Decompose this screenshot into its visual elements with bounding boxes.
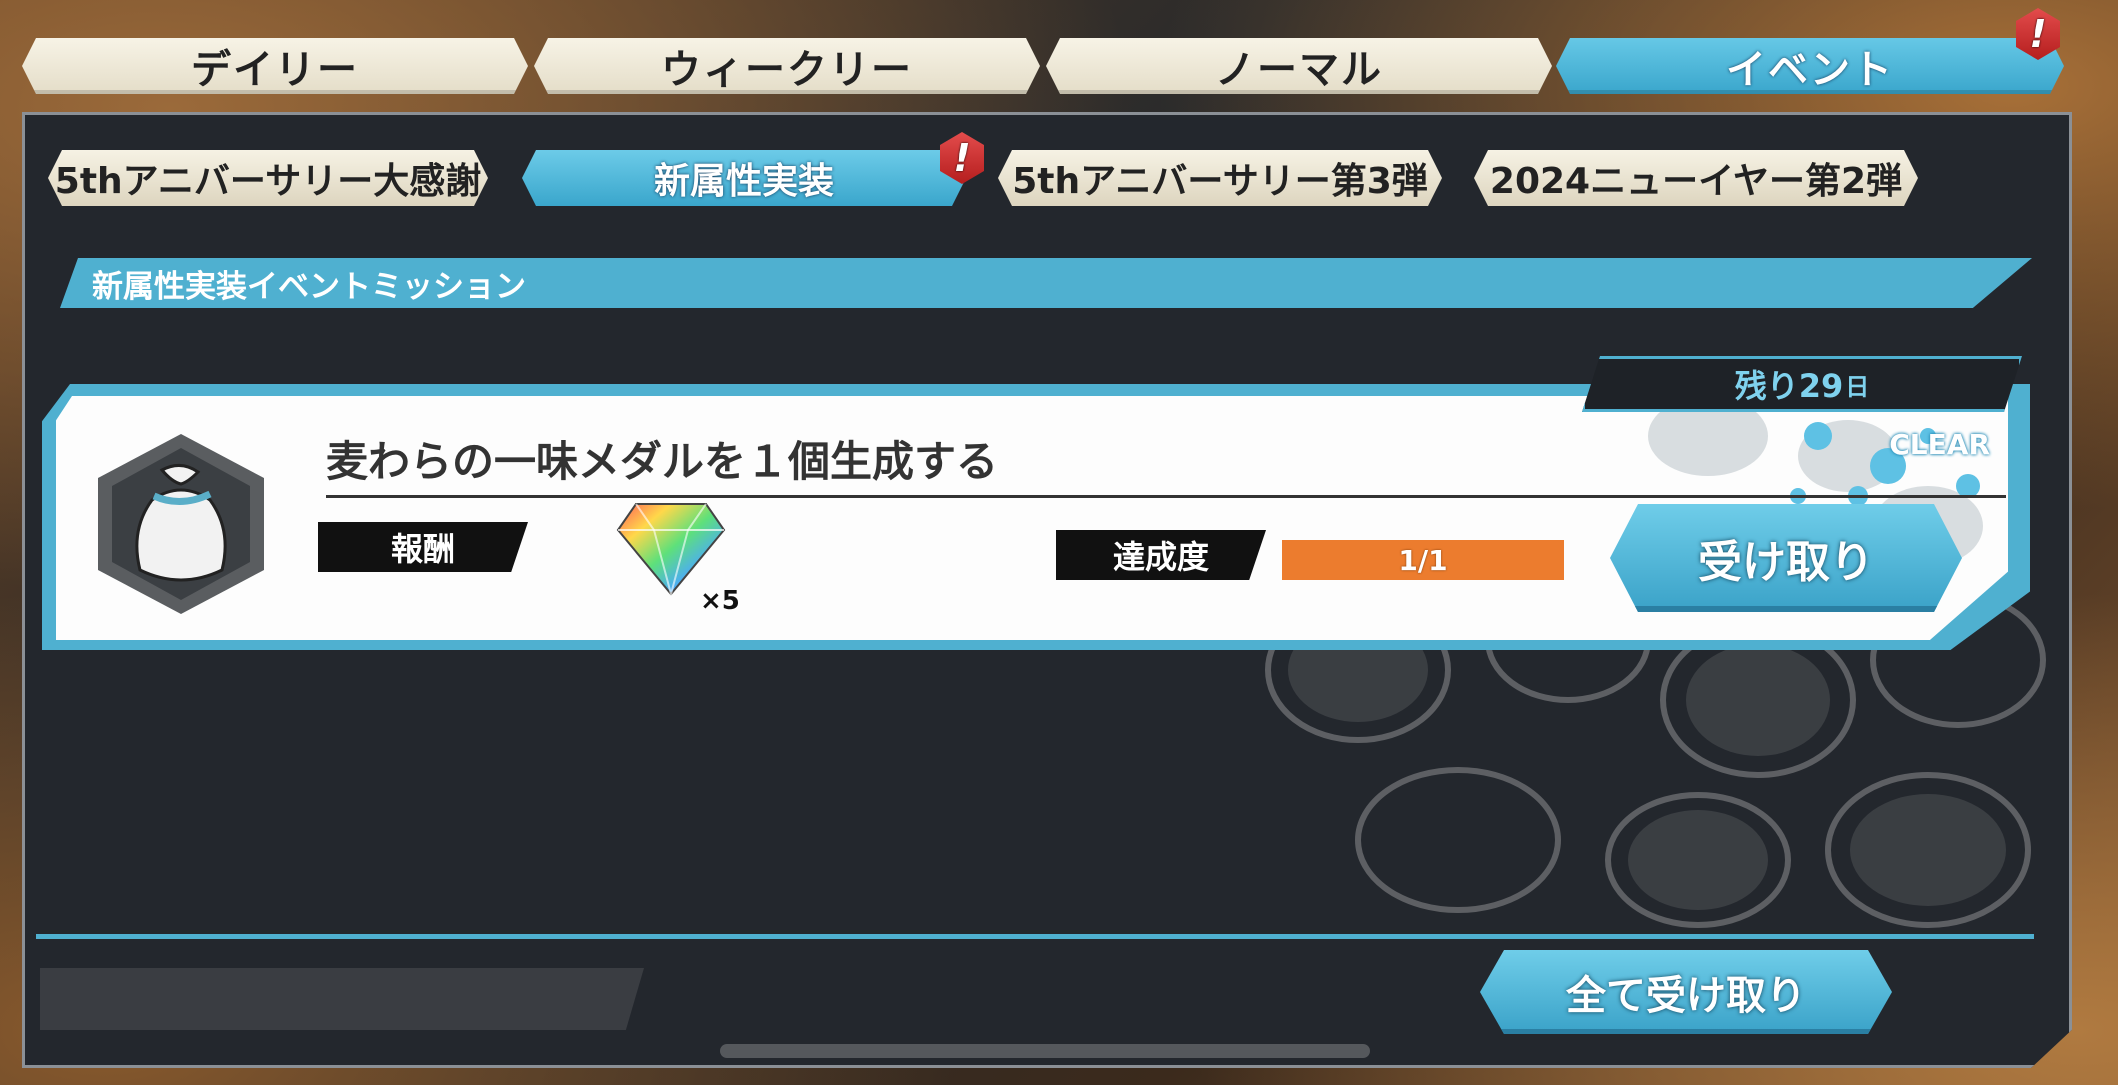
progress-bar: 1/1 xyxy=(1282,540,1564,580)
reward-label: 報酬 xyxy=(318,522,528,572)
subtab-label: 5thアニバーサリー大感謝 xyxy=(54,161,482,202)
mission-card-inner: 麦わらの一味メダルを１個生成する 報酬 ×5 達成度 1/1 受け取り CLEA… xyxy=(56,396,2008,640)
clear-label: CLEAR xyxy=(1889,428,1990,461)
remaining-days-badge: 残り29 日 xyxy=(1582,356,2022,412)
subtab-2024-new-year-2[interactable]: 2024ニューイヤー第2弾 xyxy=(1474,150,1918,206)
reward-quantity: ×5 xyxy=(700,586,740,616)
progress-text: 1/1 xyxy=(1398,543,1448,577)
info-box xyxy=(40,968,644,1030)
mission-card: 麦わらの一味メダルを１個生成する 報酬 ×5 達成度 1/1 受け取り CLEA… xyxy=(42,384,2030,650)
tab-label: デイリー xyxy=(191,47,359,93)
progress-label: 達成度 xyxy=(1056,530,1266,580)
money-bag-icon xyxy=(98,434,264,614)
subtab-5th-anniversary-thanks[interactable]: 5thアニバーサリー大感謝 xyxy=(48,150,488,206)
subtab-label: 新属性実装 xyxy=(653,161,834,202)
tab-label: ノーマル xyxy=(1215,47,1383,93)
reward-label-text: 報酬 xyxy=(390,530,455,568)
claim-all-button[interactable]: 全て受け取り xyxy=(1480,950,1892,1034)
mission-title: 麦わらの一味メダルを１個生成する xyxy=(326,428,2006,498)
scroll-indicator[interactable] xyxy=(720,1044,1370,1058)
tab-weekly[interactable]: ウィークリー xyxy=(534,38,1040,94)
tab-normal[interactable]: ノーマル xyxy=(1046,38,1552,94)
claim-button-label: 受け取り xyxy=(1698,537,1874,588)
remaining-days-unit: 日 xyxy=(1845,372,1870,401)
subtab-5th-anniversary-3[interactable]: 5thアニバーサリー第3弾 xyxy=(998,150,1442,206)
divider xyxy=(36,934,2034,939)
tab-event[interactable]: イベント xyxy=(1556,38,2064,94)
claim-button[interactable]: 受け取り xyxy=(1610,504,1962,612)
rainbow-gem-icon xyxy=(616,503,726,596)
progress-label-text: 達成度 xyxy=(1112,538,1209,576)
claim-all-label: 全て受け取り xyxy=(1566,973,1806,1019)
section-header: 新属性実装イベントミッション xyxy=(60,258,2032,308)
tab-daily[interactable]: デイリー xyxy=(22,38,528,94)
tab-label: ウィークリー xyxy=(661,47,913,93)
tab-label: イベント xyxy=(1726,47,1894,93)
subtab-label: 5thアニバーサリー第3弾 xyxy=(1012,161,1428,202)
section-title: 新属性実装イベントミッション xyxy=(92,268,526,305)
remaining-days: 残り29 xyxy=(1734,367,1844,405)
subtab-label: 2024ニューイヤー第2弾 xyxy=(1489,161,1903,202)
subtab-new-attribute[interactable]: 新属性実装 xyxy=(522,150,966,206)
